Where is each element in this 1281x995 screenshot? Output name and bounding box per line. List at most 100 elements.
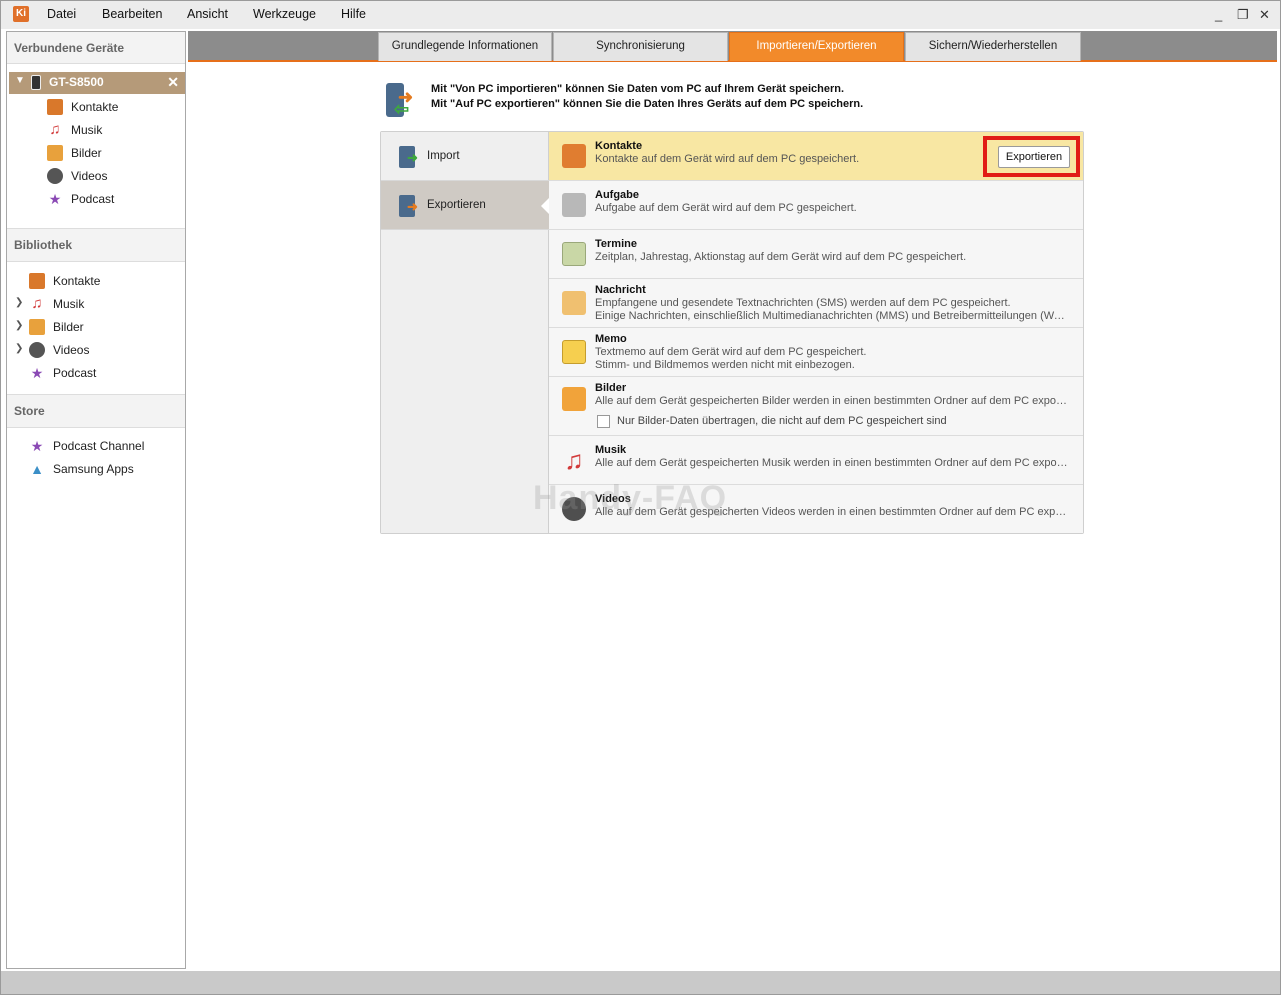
music-icon: ♫ <box>31 295 43 312</box>
chevron-right-icon[interactable]: ❯ <box>15 297 23 308</box>
row-description: Aufgabe auf dem Gerät wird auf dem PC ge… <box>595 202 857 214</box>
row-description: Stimm- und Bildmemos werden nicht mit ei… <box>595 359 855 371</box>
export-list: Kontakte Kontakte auf dem Gerät wird auf… <box>549 132 1083 533</box>
menu-bar: Ki Datei Bearbeiten Ansicht Werkzeuge Hi… <box>1 1 1280 29</box>
row-title: Bilder <box>595 382 627 394</box>
library-item-label: Videos <box>53 343 90 357</box>
library-header: Bibliothek <box>7 228 185 262</box>
row-description: Zeitplan, Jahrestag, Aktionstag auf dem … <box>595 251 967 263</box>
podcast-icon: ★ <box>48 191 62 207</box>
message-icon <box>562 291 586 315</box>
videos-icon <box>47 168 63 184</box>
memo-icon <box>562 340 586 364</box>
phone-icon <box>31 75 41 90</box>
videos-icon <box>29 342 45 358</box>
tab-importieren-exportieren[interactable]: Importieren/Exportieren <box>729 32 904 61</box>
mode-tabs: ➜ Import ➜ Exportieren <box>381 132 550 533</box>
connected-devices-header: Verbundene Geräte <box>7 32 185 64</box>
store-item-label: Podcast Channel <box>53 439 145 453</box>
row-title: Kontakte <box>595 140 643 152</box>
row-description: Kontakte auf dem Gerät wird auf dem PC g… <box>595 153 860 165</box>
device-item-label: Musik <box>71 123 103 137</box>
chevron-down-icon[interactable]: ▼ <box>15 75 25 86</box>
row-description: Alle auf dem Gerät gespeicherten Bilder … <box>595 395 1069 407</box>
device-item-gt-s8500[interactable]: ▼ GT-S8500 ✕ <box>9 72 185 94</box>
contacts-icon <box>47 99 63 115</box>
chevron-right-icon[interactable]: ❯ <box>15 343 23 354</box>
export-row-musik[interactable]: ♫ Musik Alle auf dem Gerät gespeicherten… <box>549 436 1083 485</box>
task-icon <box>562 193 586 217</box>
main-content: Grundlegende Informationen Synchronisier… <box>188 31 1277 969</box>
row-title: Musik <box>595 444 627 456</box>
device-item-label: Bilder <box>71 146 102 160</box>
library-item-label: Kontakte <box>53 274 101 288</box>
import-export-panel: ➜ Import ➜ Exportieren Kontakte Kontakte… <box>380 131 1084 534</box>
row-title: Memo <box>595 333 627 345</box>
tab-sichern-wiederherstellen[interactable]: Sichern/Wiederherstellen <box>905 32 1081 61</box>
status-bar <box>1 971 1280 994</box>
tab-bar: Grundlegende Informationen Synchronisier… <box>188 31 1277 62</box>
watermark: Handy-FAQ <box>533 479 728 517</box>
only-new-pictures-checkbox[interactable] <box>597 415 610 428</box>
device-item-label: Videos <box>71 169 108 183</box>
export-row-memo[interactable]: Memo Textmemo auf dem Gerät wird auf dem… <box>549 328 1083 377</box>
minimize-icon[interactable]: _ <box>1215 7 1222 22</box>
menu-ansicht[interactable]: Ansicht <box>187 7 228 21</box>
mode-tab-label: Import <box>427 150 460 162</box>
export-row-aufgabe[interactable]: Aufgabe Aufgabe auf dem Gerät wird auf d… <box>549 181 1083 230</box>
close-icon[interactable]: ✕ <box>1259 7 1270 23</box>
export-row-bilder[interactable]: Bilder Alle auf dem Gerät gespeicherten … <box>549 377 1083 436</box>
library-item-label: Musik <box>53 297 85 311</box>
menu-bearbeiten[interactable]: Bearbeiten <box>102 7 162 21</box>
music-icon: ♫ <box>564 445 584 475</box>
menu-datei[interactable]: Datei <box>47 7 76 21</box>
menu-hilfe[interactable]: Hilfe <box>341 7 366 21</box>
pictures-icon <box>47 145 63 161</box>
close-icon[interactable]: ✕ <box>167 74 179 91</box>
music-icon: ♫ <box>49 121 61 138</box>
sidebar: Verbundene Geräte ▼ GT-S8500 ✕ Kontakte … <box>6 31 186 969</box>
podcast-icon: ★ <box>30 365 44 381</box>
tab-synchronisierung[interactable]: Synchronisierung <box>553 32 728 61</box>
row-description: Textmemo auf dem Gerät wird auf dem PC g… <box>595 346 867 358</box>
chevron-right-icon[interactable]: ❯ <box>15 320 23 331</box>
info-banner: ➜ ⇦ Mit "Von PC importieren" können Sie D… <box>384 81 944 121</box>
pictures-icon <box>562 387 586 411</box>
calendar-icon <box>562 242 586 266</box>
device-item-label: Kontakte <box>71 100 119 114</box>
library-item-label: Bilder <box>53 320 84 334</box>
pictures-icon <box>29 319 45 335</box>
import-arrow-icon: ➜ <box>407 150 418 165</box>
row-title: Termine <box>595 238 637 250</box>
device-name: GT-S8500 <box>49 75 104 89</box>
row-description: Einige Nachrichten, einschließlich Multi… <box>595 310 1069 322</box>
export-row-termine[interactable]: Termine Zeitplan, Jahrestag, Aktionstag … <box>549 230 1083 279</box>
store-item-label: Samsung Apps <box>53 462 134 476</box>
info-line-export: Mit "Auf PC exportieren" können Sie die … <box>431 98 864 110</box>
podcast-icon: ★ <box>30 438 44 454</box>
row-description: Empfangene und gesendete Textnachrichten… <box>595 297 1011 309</box>
row-title: Aufgabe <box>595 189 639 201</box>
contacts-icon <box>562 144 586 168</box>
mode-tab-import[interactable]: ➜ Import <box>381 132 549 181</box>
store-header: Store <box>7 394 185 428</box>
row-description: Alle auf dem Gerät gespeicherten Musik w… <box>595 457 1069 469</box>
tab-grundlegende-informationen[interactable]: Grundlegende Informationen <box>378 32 552 61</box>
export-row-nachricht[interactable]: Nachricht Empfangene und gesendete Textn… <box>549 279 1083 328</box>
import-export-icon: ➜ ⇦ <box>384 81 420 119</box>
mode-tab-exportieren[interactable]: ➜ Exportieren <box>381 181 550 230</box>
restore-icon[interactable]: ❐ <box>1237 7 1249 23</box>
menu-werkzeuge[interactable]: Werkzeuge <box>253 7 316 21</box>
library-item-label: Podcast <box>53 366 97 380</box>
apps-icon: ▲ <box>30 461 44 477</box>
row-title: Nachricht <box>595 284 646 296</box>
app-window: Ki Datei Bearbeiten Ansicht Werkzeuge Hi… <box>0 0 1281 995</box>
only-new-pictures-label: Nur Bilder-Daten übertragen, die nicht a… <box>617 415 947 427</box>
export-button[interactable]: Exportieren <box>998 146 1070 168</box>
device-item-label: Podcast <box>71 192 115 206</box>
contacts-icon <box>29 273 45 289</box>
export-arrow-icon: ➜ <box>407 199 418 214</box>
mode-tab-label: Exportieren <box>427 199 486 211</box>
export-row-kontakte[interactable]: Kontakte Kontakte auf dem Gerät wird auf… <box>549 132 1083 181</box>
app-logo-icon: Ki <box>13 6 29 22</box>
